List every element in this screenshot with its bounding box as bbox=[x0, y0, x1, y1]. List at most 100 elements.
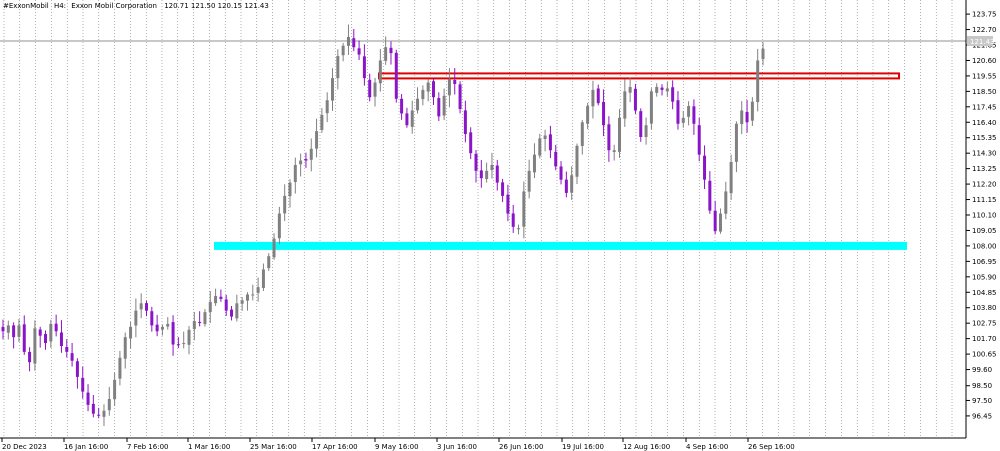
candle-body bbox=[150, 311, 154, 326]
candle-body bbox=[740, 110, 744, 125]
candle-body bbox=[612, 150, 616, 153]
candle-body bbox=[618, 117, 622, 152]
candle-body bbox=[453, 80, 457, 85]
y-tick-label: 123.75 bbox=[972, 11, 997, 19]
candle-body bbox=[219, 296, 223, 299]
candle-body bbox=[442, 95, 446, 116]
candle-body bbox=[28, 351, 32, 363]
candle-body bbox=[6, 325, 10, 333]
candle-body bbox=[421, 89, 425, 100]
candle-body bbox=[38, 329, 42, 336]
y-tick-label: 116.40 bbox=[972, 119, 997, 127]
chart-background bbox=[0, 0, 1000, 451]
candle-body bbox=[309, 148, 313, 160]
x-tick-label: 9 May 16:00 bbox=[375, 443, 419, 451]
candle-body bbox=[416, 98, 420, 111]
candle-body bbox=[341, 45, 345, 56]
candle-body bbox=[718, 213, 722, 232]
y-tick-label: 120.60 bbox=[972, 57, 997, 65]
x-tick-label: 17 Apr 16:00 bbox=[312, 443, 358, 451]
candle-body bbox=[336, 56, 340, 79]
candle-body bbox=[665, 88, 669, 92]
candle-body bbox=[187, 329, 191, 345]
candle-body bbox=[410, 110, 414, 127]
candle-body bbox=[129, 326, 133, 339]
candle-body bbox=[431, 81, 435, 98]
candle-body bbox=[224, 299, 228, 311]
candle-body bbox=[1, 326, 5, 332]
candle-body bbox=[293, 164, 297, 183]
candle-body bbox=[203, 312, 207, 325]
x-tick-label: 25 Mar 16:00 bbox=[250, 443, 297, 451]
candle-body bbox=[33, 328, 37, 364]
candle-body bbox=[97, 414, 101, 416]
candle-body bbox=[607, 124, 611, 151]
candle-body bbox=[532, 154, 536, 173]
candle-body bbox=[729, 162, 733, 194]
candle-body bbox=[373, 82, 377, 97]
candle-body bbox=[54, 323, 58, 332]
candle-body bbox=[676, 100, 680, 124]
description-label: Exxon Mobil Corporation bbox=[71, 2, 157, 10]
timeframe-label: H4: bbox=[54, 2, 66, 10]
candle-body bbox=[267, 256, 271, 269]
candle-body bbox=[543, 135, 547, 140]
candle-body bbox=[511, 213, 515, 227]
candle-body bbox=[756, 60, 760, 103]
candle-body bbox=[660, 87, 664, 90]
x-tick-label: 26 Sep 16:00 bbox=[748, 443, 795, 451]
y-tick-label: 100.65 bbox=[972, 351, 997, 359]
candle bbox=[649, 88, 653, 130]
x-tick-label: 20 Dec 2023 bbox=[2, 443, 47, 451]
svg-text:#ExxonMobil H4: Ex: #ExxonMobil H4: Exxon Mobil Corporation … bbox=[3, 2, 269, 10]
candle-body bbox=[240, 300, 244, 304]
y-tick-label: 108.00 bbox=[972, 242, 997, 250]
candle-body bbox=[522, 191, 526, 227]
candle-body bbox=[437, 98, 441, 117]
candle-body bbox=[214, 295, 218, 304]
candle-body bbox=[633, 88, 637, 111]
candle-body bbox=[320, 114, 324, 130]
candle-body bbox=[596, 88, 600, 104]
y-tick-label: 103.80 bbox=[972, 304, 997, 312]
candle-body bbox=[724, 191, 728, 214]
candle-body bbox=[134, 310, 138, 326]
candle-body bbox=[490, 164, 494, 171]
x-tick-label: 3 Jun 16:00 bbox=[437, 443, 477, 451]
candle-body bbox=[495, 165, 499, 183]
y-tick-label: 111.15 bbox=[972, 196, 997, 204]
x-tick-label: 16 Jan 16:00 bbox=[64, 443, 108, 451]
candle-body bbox=[527, 170, 531, 192]
y-tick-label: 101.70 bbox=[972, 335, 997, 343]
candle-body bbox=[22, 324, 26, 352]
y-tick-label: 109.05 bbox=[972, 227, 997, 235]
price-chart[interactable]: 123.75122.70121.65120.60119.55118.50117.… bbox=[0, 0, 1000, 451]
candle-body bbox=[745, 112, 749, 123]
candle-body bbox=[554, 151, 558, 167]
y-tick-label: 112.20 bbox=[972, 181, 997, 189]
candle-body bbox=[182, 343, 186, 345]
candle-body bbox=[426, 82, 430, 92]
candle-body bbox=[463, 110, 467, 135]
candle-body bbox=[208, 301, 212, 313]
current-price-label: 121.43 bbox=[970, 38, 995, 46]
candle-body bbox=[368, 79, 372, 98]
candle-body bbox=[235, 303, 239, 319]
candle-body bbox=[548, 134, 552, 151]
symbol-label: #ExxonMobil bbox=[3, 2, 49, 10]
candle-body bbox=[734, 123, 738, 162]
candle-body bbox=[75, 361, 79, 377]
candle-body bbox=[479, 170, 483, 179]
candle-body bbox=[692, 106, 696, 124]
x-tick-label: 7 Feb 16:00 bbox=[127, 443, 168, 451]
x-tick-label: 4 Sep 16:00 bbox=[686, 443, 728, 451]
candle-body bbox=[575, 145, 579, 177]
candle-body bbox=[357, 48, 361, 55]
candle-body bbox=[272, 238, 276, 258]
candle-body bbox=[198, 321, 202, 323]
candle-body bbox=[261, 269, 265, 288]
candle-body bbox=[655, 86, 659, 93]
candle-body bbox=[245, 294, 249, 301]
candle-body bbox=[639, 111, 643, 137]
candle-body bbox=[352, 38, 356, 48]
